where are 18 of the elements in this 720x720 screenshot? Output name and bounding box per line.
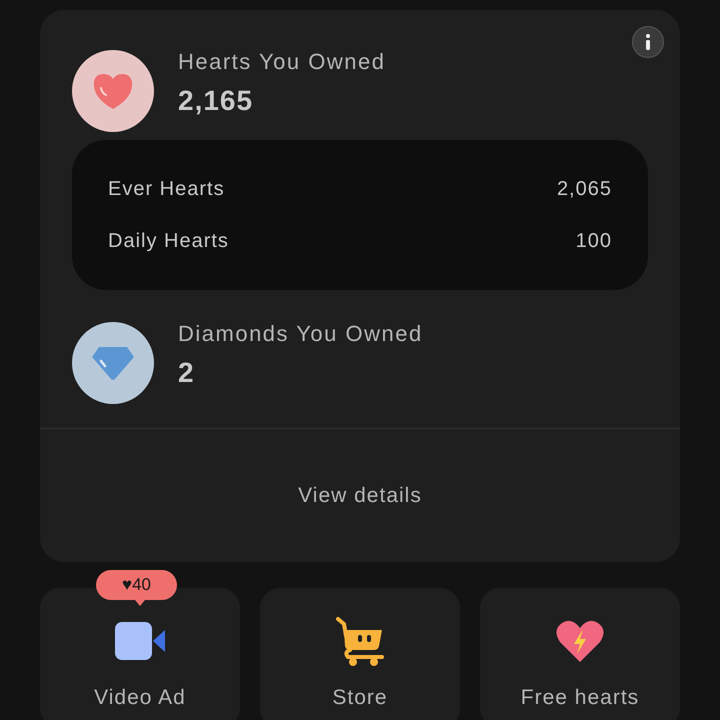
shopping-cart-icon <box>336 616 384 666</box>
breakdown-value: 2,065 <box>556 177 612 202</box>
reward-badge: ♥40 <box>96 570 178 600</box>
view-details-link[interactable]: View details <box>298 480 422 512</box>
info-button[interactable] <box>632 26 664 58</box>
action-tile[interactable]: Free hearts <box>480 588 680 720</box>
breakdown-label: Daily Hearts <box>108 229 229 254</box>
info-icon <box>645 34 651 50</box>
diamonds-label: Diamonds You Owned <box>178 320 423 348</box>
heart-bolt-icon <box>556 620 604 662</box>
video-camera-icon <box>115 622 165 660</box>
action-tile[interactable]: Store <box>260 588 460 720</box>
hearts-count: 2,165 <box>178 84 254 118</box>
breakdown-value: 100 <box>576 229 612 254</box>
diamonds-count: 2 <box>178 356 196 390</box>
hearts-label: Hearts You Owned <box>178 48 386 76</box>
breakdown-label: Ever Hearts <box>108 177 225 202</box>
badge-pointer-icon <box>135 600 145 606</box>
